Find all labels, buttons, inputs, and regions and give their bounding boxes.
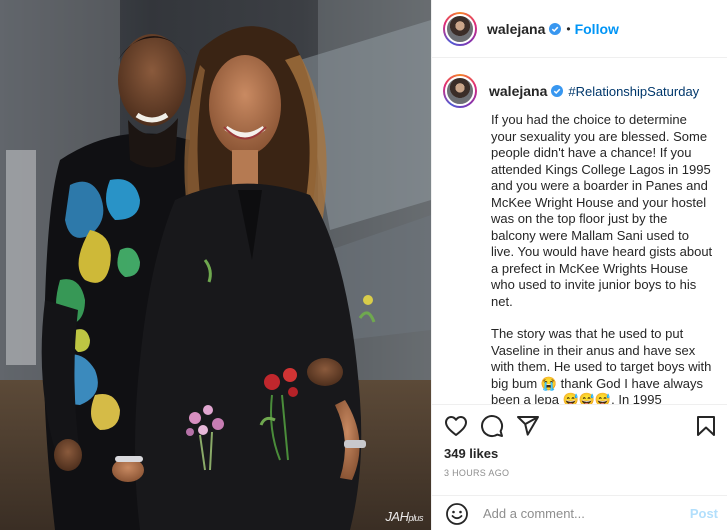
caption-avatar-image: [445, 76, 475, 106]
bookmark-icon[interactable]: [694, 414, 718, 438]
caption-text: If you had the choice to determine your …: [491, 112, 714, 404]
post-side-panel: walejana • Follow walejana #Relationship…: [431, 0, 727, 530]
share-icon[interactable]: [516, 414, 540, 438]
comment-icon[interactable]: [480, 414, 504, 438]
post-actions: 349 likes 3 HOURS AGO Post: [432, 404, 727, 530]
avatar-image: [445, 13, 475, 44]
couple-photo-image: [0, 0, 431, 530]
follow-button[interactable]: Follow: [575, 21, 619, 37]
caption-area[interactable]: walejana #RelationshipSaturday If you ha…: [432, 59, 727, 404]
watermark-text: JAH: [385, 509, 409, 524]
caption-header: walejana #RelationshipSaturday: [443, 74, 727, 108]
likes-count[interactable]: 349 likes: [444, 446, 498, 461]
caption-paragraph: If you had the choice to determine your …: [491, 112, 713, 309]
header-username[interactable]: walejana: [487, 21, 545, 37]
post-header: walejana • Follow: [432, 0, 727, 58]
verified-badge-icon: [551, 85, 564, 97]
header-separator: •: [566, 21, 571, 36]
comment-bar: Post: [432, 495, 727, 530]
caption-hashtag[interactable]: #RelationshipSaturday: [568, 84, 699, 99]
caption-username[interactable]: walejana: [489, 83, 547, 99]
photo-watermark: JAHplus: [385, 509, 423, 524]
avatar[interactable]: [443, 11, 477, 46]
watermark-suffix: plus: [408, 513, 423, 523]
post-timestamp[interactable]: 3 HOURS AGO: [444, 468, 509, 478]
post-photo[interactable]: JAHplus: [0, 0, 431, 530]
caption-paragraph: The story was that he used to put Vaseli…: [491, 326, 712, 404]
caption-avatar[interactable]: [443, 74, 477, 108]
verified-badge-icon: [549, 22, 562, 35]
action-icon-row: [444, 414, 718, 438]
comment-input[interactable]: [483, 506, 690, 521]
emoji-icon[interactable]: [445, 502, 469, 526]
post-comment-button[interactable]: Post: [690, 506, 718, 521]
heart-icon[interactable]: [444, 414, 468, 438]
